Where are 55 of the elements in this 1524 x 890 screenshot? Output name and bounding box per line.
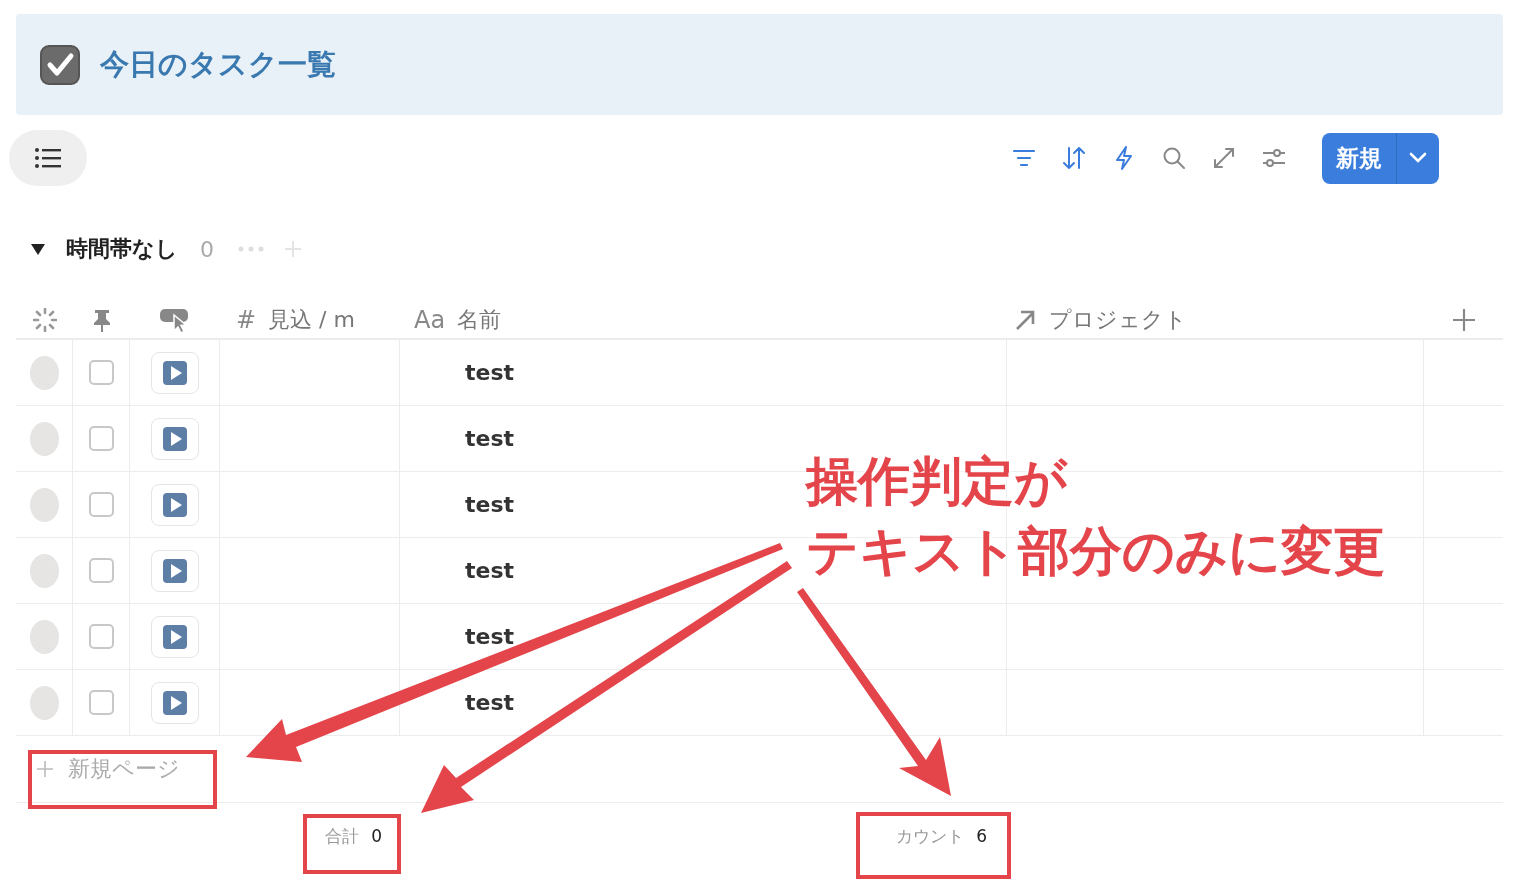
list-icon <box>34 147 62 169</box>
play-icon <box>161 623 188 650</box>
page-title: 今日のタスク一覧 <box>100 45 336 83</box>
search-icon[interactable] <box>1162 146 1186 170</box>
status-dot[interactable] <box>29 619 59 654</box>
expand-icon[interactable] <box>1212 146 1236 170</box>
column-header[interactable]: プロジェクト <box>1049 305 1187 335</box>
loading-icon <box>32 308 57 332</box>
status-dot[interactable] <box>29 487 59 522</box>
column-type-icon: # <box>236 306 257 334</box>
task-name[interactable]: test <box>465 690 515 715</box>
checkbox[interactable] <box>88 426 114 451</box>
checkbox[interactable] <box>88 360 114 385</box>
list-view-button[interactable] <box>9 130 87 186</box>
play-icon <box>161 359 188 386</box>
task-name[interactable]: test <box>465 360 515 385</box>
checkbox[interactable] <box>88 690 114 715</box>
checkbox[interactable] <box>88 558 114 583</box>
group-label: 時間帯なし <box>66 235 178 263</box>
task-name[interactable]: test <box>465 426 515 451</box>
play-button[interactable] <box>150 417 199 460</box>
play-icon <box>161 557 188 584</box>
play-button[interactable] <box>150 681 199 724</box>
chevron-down-icon <box>1409 152 1427 164</box>
status-dot[interactable] <box>29 685 59 720</box>
sort-icon[interactable] <box>1062 146 1086 170</box>
column-header[interactable]: 名前 <box>457 305 502 335</box>
play-icon <box>161 491 188 518</box>
column-type-icon: Aa <box>414 306 446 334</box>
dropdown-button[interactable] <box>1396 132 1439 184</box>
play-button[interactable] <box>150 549 199 592</box>
cursor-icon <box>159 307 191 333</box>
annotation-text: 操作判定が テキスト部分のみに変更 <box>806 450 1385 583</box>
caret-icon[interactable] <box>30 242 46 256</box>
footer-value[interactable]: 6 <box>976 826 987 846</box>
task-name[interactable]: test <box>465 492 515 517</box>
plus-icon <box>36 760 54 778</box>
task-name[interactable]: test <box>465 624 515 649</box>
footer-value[interactable]: 0 <box>371 826 382 846</box>
settings-icon[interactable] <box>1262 146 1286 170</box>
checkbox[interactable] <box>88 492 114 517</box>
status-dot[interactable] <box>29 421 59 456</box>
play-icon <box>161 689 188 716</box>
play-button[interactable] <box>150 351 199 394</box>
add-column-icon[interactable] <box>1451 308 1476 332</box>
play-icon <box>161 425 188 452</box>
new-button[interactable]: 新規 <box>1322 132 1396 184</box>
checkbox[interactable] <box>88 624 114 649</box>
status-dot[interactable] <box>29 553 59 588</box>
play-button[interactable] <box>150 483 199 526</box>
group-count: 0 <box>200 236 214 262</box>
play-button[interactable] <box>150 615 199 658</box>
column-header[interactable]: 見込 / m <box>268 305 355 335</box>
status-dot[interactable] <box>29 355 59 390</box>
task-name[interactable]: test <box>465 558 515 583</box>
